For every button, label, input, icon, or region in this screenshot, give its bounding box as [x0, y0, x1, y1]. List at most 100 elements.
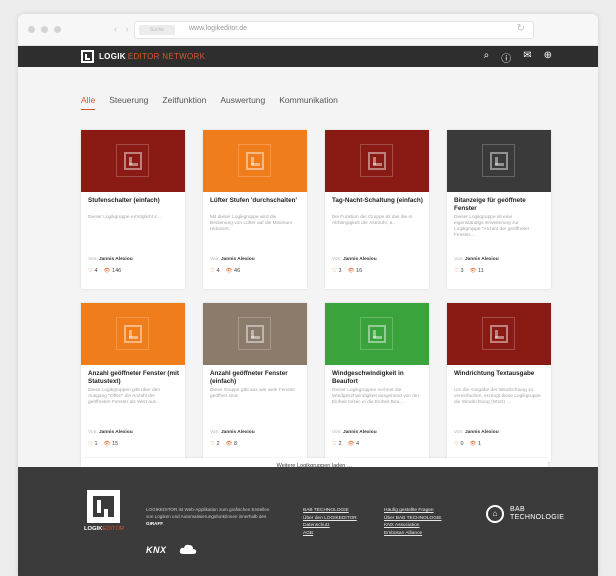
footer-link[interactable]: Über BAB TECHNOLOGIE [384, 515, 442, 523]
close-dot[interactable] [28, 26, 35, 33]
about-brand: GIRAFF [146, 521, 164, 526]
heart-icon: ♡ [332, 441, 337, 447]
mail-icon[interactable]: ✉ [523, 50, 531, 65]
likes[interactable]: ♡ 4 [210, 268, 220, 274]
likes[interactable]: ♡ 1 [88, 441, 98, 447]
card-title: Stufenschalter (einfach) [88, 197, 160, 204]
views: 👁 8 [226, 441, 238, 447]
tab-alle[interactable]: Alle [81, 95, 96, 110]
eye-icon: 👁 [103, 268, 111, 274]
card-image [81, 303, 185, 365]
logic-card[interactable]: Stufenschalter (einfach) Dieser Logikgru… [81, 130, 185, 289]
card-title: Bitanzeige für geöffnete Fenster [454, 197, 526, 212]
tab-zeitfunktion[interactable]: Zeitfunktion [162, 95, 206, 110]
logic-card[interactable]: Anzahl geöffneter Fenster (einfach) Dies… [203, 303, 307, 462]
cloud-logo-icon[interactable] [179, 544, 197, 556]
logic-card[interactable]: Anzahl geöffneter Fenster (mit Statustex… [81, 303, 185, 462]
likes[interactable]: ♡ 2 [332, 441, 342, 447]
likes[interactable]: ♡ 2 [210, 441, 220, 447]
card-title: Anzahl geöffneter Fenster (einfach) [210, 370, 288, 385]
views-count: 8 [234, 441, 238, 447]
author-prefix: Von: [332, 430, 342, 435]
author-name[interactable]: Jannis Alexiou [99, 430, 133, 435]
card-title: Tag-Nacht-Schaltung (einfach) [332, 197, 423, 204]
heart-icon: ♡ [88, 268, 93, 274]
placeholder-logo-icon [238, 317, 271, 350]
maximize-dot[interactable] [54, 26, 61, 33]
logic-card[interactable]: Bitanzeige für geöffnete Fenster Dieser … [447, 130, 551, 289]
author-name[interactable]: Jannis Alexiou [465, 257, 499, 262]
footer-logo-text: LOGIKEDITOR [84, 526, 124, 532]
footer-logo[interactable]: LOGIKEDITOR [84, 490, 124, 534]
address-tab-pill: Suche [139, 25, 175, 35]
about-text: LOGIKEDITOR ist Web-Applikation zum graf… [146, 507, 270, 519]
bab-text: BAB TECHNOLOGIE [510, 506, 564, 522]
likes-count: 1 [94, 441, 98, 447]
card-image [203, 130, 307, 192]
site-logo[interactable]: LOGIK EDITOR NETWORK [81, 50, 205, 63]
card-description: Um die Ausgabe der Windrichtung zu verei… [454, 388, 541, 405]
info-icon[interactable]: ⓘ [501, 50, 511, 65]
author-name[interactable]: Jannis Alexiou [465, 430, 499, 435]
footer-link[interactable]: AGB [303, 530, 357, 538]
card-image [447, 303, 551, 365]
card-title: Windrichtung Textausgabe [454, 370, 535, 377]
logo-text: LOGIK EDITOR NETWORK [99, 52, 205, 61]
knx-logo[interactable]: KNX [146, 545, 167, 555]
likes-count: 3 [338, 268, 342, 274]
footer-link[interactable]: Häufig gestellte Fragen [384, 507, 442, 515]
address-bar[interactable]: Suche www.logikeditor.de ↻ [134, 21, 534, 39]
footer-link[interactable]: Datenschutz [303, 522, 357, 530]
heart-icon: ♡ [454, 268, 459, 274]
likes[interactable]: ♡ 0 [454, 441, 464, 447]
logic-card[interactable]: Lüfter Stufen 'durchschalten' Mit dieser… [203, 130, 307, 289]
likes[interactable]: ♡ 3 [454, 268, 464, 274]
footer-link[interactable]: Embosan Alliance [384, 530, 442, 538]
logo-light: EDITOR NETWORK [127, 52, 206, 61]
window-controls [28, 26, 61, 33]
footer-link[interactable]: BAB TECHNOLOGIE [303, 507, 357, 515]
footer-links-1: BAB TECHNOLOGIE Über den LOGIKEDITOR Dat… [303, 507, 357, 537]
eye-icon: 👁 [469, 268, 477, 274]
author-prefix: Von: [210, 257, 220, 262]
about-end: . [163, 521, 165, 526]
logic-card[interactable]: Tag-Nacht-Schaltung (einfach) Bei Funkti… [325, 130, 429, 289]
footer-links-2: Häufig gestellte Fragen Über BAB TECHNOL… [384, 507, 442, 537]
card-title: Anzahl geöffneter Fenster (mit Statustex… [88, 370, 179, 385]
logic-card[interactable]: Windrichtung Textausgabe Um die Ausgabe … [447, 303, 551, 462]
heart-icon: ♡ [210, 268, 215, 274]
likes[interactable]: ♡ 3 [332, 268, 342, 274]
card-image [203, 303, 307, 365]
bab-logo[interactable]: ⌂ BAB TECHNOLOGIE [486, 505, 564, 523]
main-content: Alle Steuerung Zeitfunktion Auswertung K… [18, 67, 598, 497]
likes[interactable]: ♡ 4 [88, 268, 98, 274]
card-author: Von: Jannis Alexiou [454, 430, 499, 435]
placeholder-logo-icon [238, 144, 271, 177]
card-description: Bei Funktion der Gruppe ist das die in A… [332, 215, 413, 226]
likes-count: 0 [460, 441, 464, 447]
author-name[interactable]: Jannis Alexiou [343, 430, 377, 435]
logic-card[interactable]: Windgeschwindigkeit in Beaufort Dieser L… [325, 303, 429, 462]
tab-kommunikation[interactable]: Kommunikation [279, 95, 338, 110]
search-icon[interactable]: ⌕ [484, 50, 490, 65]
minimize-dot[interactable] [41, 26, 48, 33]
views: 👁 11 [470, 268, 484, 274]
card-stats: ♡ 4 👁 146 [88, 268, 121, 274]
eye-icon: 👁 [225, 441, 233, 447]
card-description: Dieser Logikgruppe ist eine eigenständig… [454, 215, 530, 238]
footer-link[interactable]: KNX Association [384, 522, 442, 530]
author-name[interactable]: Jannis Alexiou [221, 257, 255, 262]
nav-arrows-icon[interactable]: ‹ › [114, 24, 132, 34]
tab-steuerung[interactable]: Steuerung [109, 95, 148, 110]
tab-auswertung[interactable]: Auswertung [220, 95, 265, 110]
author-name[interactable]: Jannis Alexiou [99, 257, 133, 262]
author-name[interactable]: Jannis Alexiou [343, 257, 377, 262]
card-author: Von: Jannis Alexiou [332, 430, 377, 435]
globe-icon[interactable]: ⊕ [544, 50, 552, 65]
logo-bold: LOGIK [99, 52, 126, 61]
placeholder-logo-icon [482, 144, 515, 177]
footer-link[interactable]: Über den LOGIKEDITOR [303, 515, 357, 523]
card-image [447, 130, 551, 192]
author-name[interactable]: Jannis Alexiou [221, 430, 255, 435]
reload-icon[interactable]: ↻ [517, 23, 525, 34]
